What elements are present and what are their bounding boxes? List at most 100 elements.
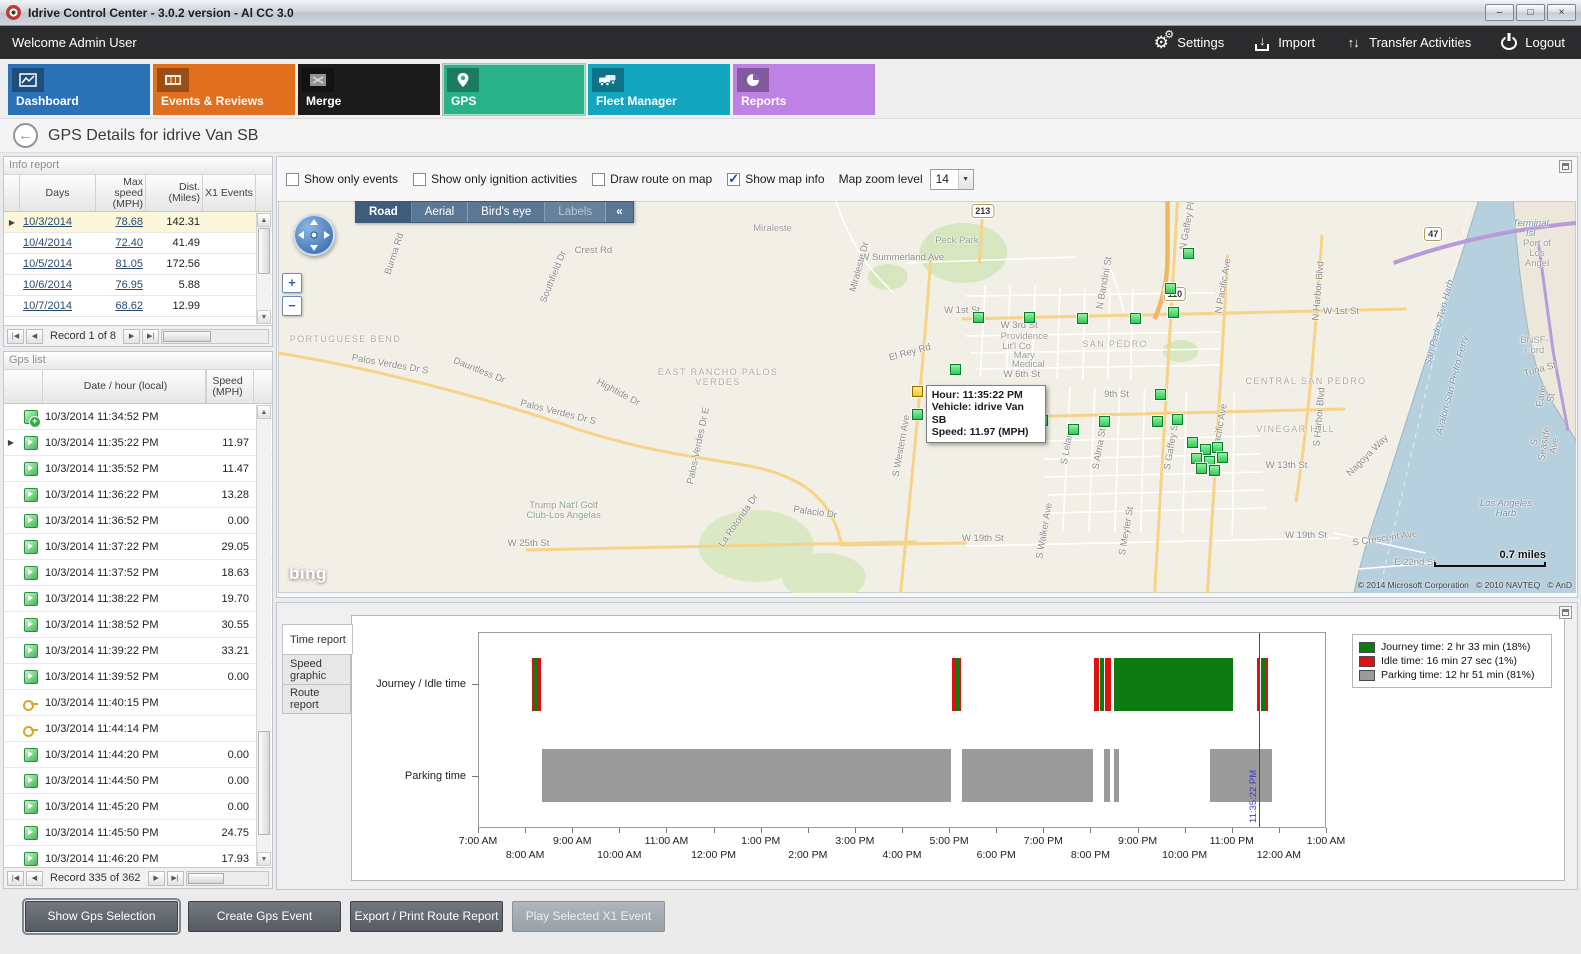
map-view-tab[interactable]: Bird's eye [468, 202, 545, 222]
map-option-checkbox[interactable]: Show map info [727, 172, 824, 186]
vehicle-marker[interactable] [950, 364, 961, 375]
next-record-button[interactable]: ▶ [148, 871, 165, 886]
vehicle-marker[interactable] [1068, 424, 1079, 435]
map-view-tab[interactable]: Road [356, 202, 412, 222]
gps-list-row[interactable]: 10/3/2014 11:37:22 PM 29.05 [4, 534, 272, 560]
checkbox-box-icon[interactable] [413, 173, 426, 186]
gps-list-row[interactable]: 10/3/2014 11:40:15 PM [4, 690, 272, 716]
map-zoom-select[interactable]: 14 ▼ [930, 169, 974, 190]
max-speed-link[interactable]: 72.40 [115, 237, 143, 249]
vehicle-marker[interactable] [1077, 313, 1088, 324]
chart-panel-toggle-button[interactable] [1559, 606, 1572, 619]
timeline-plot[interactable]: 11:35:22 PM [478, 632, 1326, 828]
day-link[interactable]: 10/4/2014 [23, 237, 72, 249]
info-report-row[interactable]: 10/4/2014 72.40 41.49 [4, 233, 272, 254]
day-link[interactable]: 10/5/2014 [23, 258, 72, 270]
vehicle-marker[interactable] [973, 312, 984, 323]
gps-list-row[interactable]: 10/3/2014 11:37:52 PM 18.63 [4, 560, 272, 586]
gps-list-row[interactable]: 10/3/2014 11:35:52 PM 11.47 [4, 456, 272, 482]
back-button[interactable]: ← [13, 123, 38, 148]
nav-tab-dashboard[interactable]: Dashboard [8, 64, 150, 115]
vehicle-marker[interactable] [1209, 465, 1220, 476]
nav-tab-reports[interactable]: Reports [733, 64, 875, 115]
pan-west-icon[interactable] [298, 231, 304, 239]
gps-list-row[interactable]: 10/3/2014 11:45:20 PM 0.00 [4, 794, 272, 820]
dropdown-arrow-icon[interactable]: ▼ [958, 170, 973, 189]
checkbox-box-icon[interactable] [727, 173, 740, 186]
chart-tab[interactable]: Speed graphic [282, 654, 351, 684]
day-link[interactable]: 10/3/2014 [23, 216, 72, 228]
compass-center-icon[interactable] [311, 232, 318, 239]
map-view-tab[interactable]: Aerial [412, 202, 468, 222]
map-canvas[interactable]: MiralestePeck ParkW Summerland AveCrest … [278, 201, 1576, 593]
vehicle-marker[interactable] [1168, 307, 1179, 318]
footer-action-button[interactable]: Play Selected X1 Event [512, 901, 665, 932]
gps-list-row[interactable]: 10/3/2014 11:44:14 PM [4, 716, 272, 742]
day-link[interactable]: 10/6/2014 [23, 279, 72, 291]
minimize-button[interactable]: – [1485, 4, 1514, 21]
vehicle-marker[interactable] [1155, 389, 1166, 400]
vehicle-marker[interactable] [1172, 414, 1183, 425]
vehicle-marker[interactable] [1130, 313, 1141, 324]
last-record-button[interactable]: ▶| [167, 871, 184, 886]
day-link[interactable]: 10/7/2014 [23, 300, 72, 312]
map-viewbar-collapse-button[interactable]: « [606, 202, 632, 222]
zoom-in-button[interactable]: + [282, 273, 302, 293]
transfer-activities-button[interactable]: ↑↓ Transfer Activities [1345, 35, 1471, 50]
footer-action-button[interactable]: Create Gps Event [188, 901, 341, 932]
info-report-row[interactable]: 10/7/2014 68.62 12.99 [4, 296, 272, 317]
max-speed-link[interactable]: 81.05 [115, 258, 143, 270]
chart-tab[interactable]: Time report [282, 624, 353, 654]
vehicle-marker[interactable] [1024, 312, 1035, 323]
info-report-row[interactable]: 10/3/2014 78.68 142.31 [4, 212, 272, 233]
max-speed-link[interactable]: 76.95 [115, 279, 143, 291]
map-option-checkbox[interactable]: Draw route on map [592, 172, 712, 186]
pan-south-icon[interactable] [310, 245, 318, 251]
checkbox-box-icon[interactable] [592, 173, 605, 186]
vehicle-marker[interactable] [1152, 416, 1163, 427]
chart-tab[interactable]: Route report [282, 684, 351, 714]
vehicle-marker[interactable] [1187, 437, 1198, 448]
nav-tab-gps[interactable]: GPS [443, 64, 585, 115]
last-record-button[interactable]: ▶| [142, 329, 159, 344]
nav-tab-events-reviews[interactable]: Events & Reviews [153, 64, 295, 115]
gps-list-row[interactable]: 10/3/2014 11:44:20 PM 0.00 [4, 742, 272, 768]
nav-tab-fleet-manager[interactable]: Fleet Manager [588, 64, 730, 115]
vehicle-marker[interactable] [1217, 452, 1228, 463]
vehicle-marker[interactable] [1183, 248, 1194, 259]
gps-list-row[interactable]: 10/3/2014 11:39:22 PM 33.21 [4, 638, 272, 664]
gps-list-row[interactable]: 10/3/2014 11:38:52 PM 30.55 [4, 612, 272, 638]
max-speed-link[interactable]: 68.62 [115, 300, 143, 312]
gps-list-vscrollbar[interactable]: ▲ ▼ [256, 405, 271, 866]
info-report-row[interactable]: 10/5/2014 81.05 172.56 [4, 254, 272, 275]
gps-list-row[interactable]: 10/3/2014 11:34:52 PM [4, 404, 272, 430]
nav-tab-merge[interactable]: Merge [298, 64, 440, 115]
vehicle-marker[interactable] [1099, 416, 1110, 427]
map-option-checkbox[interactable]: Show only events [286, 172, 398, 186]
logout-button[interactable]: Logout [1501, 35, 1565, 50]
selected-vehicle-marker[interactable] [912, 386, 923, 397]
map-option-checkbox[interactable]: Show only ignition activities [413, 172, 577, 186]
import-button[interactable]: ↓ Import [1254, 35, 1315, 51]
info-report-vscrollbar[interactable]: ▲ ▼ [256, 213, 271, 324]
vehicle-marker[interactable] [1196, 463, 1207, 474]
gps-list-row[interactable]: 10/3/2014 11:36:22 PM 13.28 [4, 482, 272, 508]
gps-list-row[interactable]: 10/3/2014 11:44:50 PM 0.00 [4, 768, 272, 794]
settings-button[interactable]: ⚙⚙ Settings [1153, 34, 1224, 51]
gps-list-row[interactable]: 10/3/2014 11:36:52 PM 0.00 [4, 508, 272, 534]
first-record-button[interactable]: |◀ [7, 871, 24, 886]
maximize-button[interactable]: □ [1516, 4, 1545, 21]
vehicle-marker[interactable] [912, 409, 923, 420]
map-view-tab[interactable]: Labels [545, 202, 606, 222]
gps-list-row[interactable]: 10/3/2014 11:45:50 PM 24.75 [4, 820, 272, 846]
info-report-row[interactable]: 10/6/2014 76.95 5.88 [4, 275, 272, 296]
vehicle-marker[interactable] [1165, 283, 1176, 294]
prev-record-button[interactable]: ◀ [26, 329, 43, 344]
zoom-out-button[interactable]: − [282, 296, 302, 316]
footer-action-button[interactable]: Show Gps Selection [25, 901, 178, 932]
map-compass-control[interactable] [293, 214, 335, 256]
gps-list-row[interactable]: 10/3/2014 11:35:22 PM 11.97 [4, 430, 272, 456]
pan-north-icon[interactable] [310, 219, 318, 225]
checkbox-box-icon[interactable] [286, 173, 299, 186]
gps-list-row[interactable]: 10/3/2014 11:39:52 PM 0.00 [4, 664, 272, 690]
